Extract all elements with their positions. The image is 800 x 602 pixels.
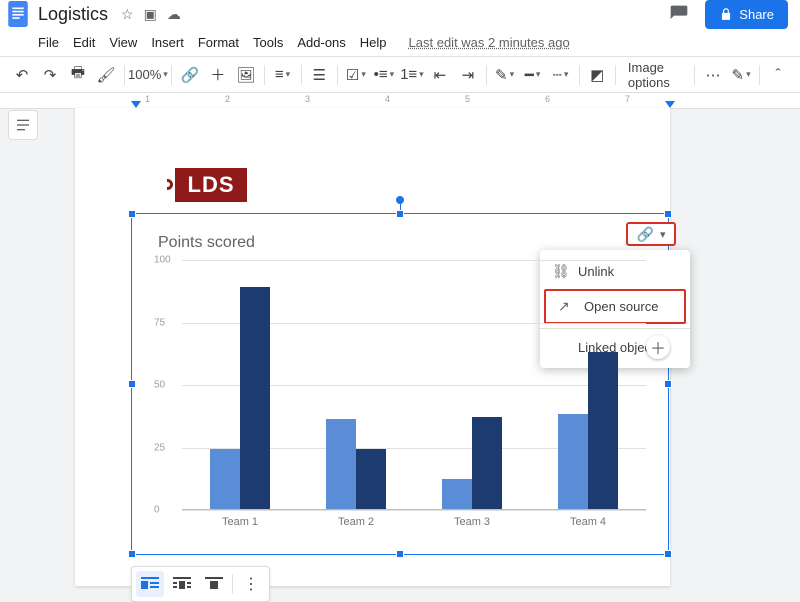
share-button-label: Share — [739, 7, 774, 22]
bar-group — [421, 417, 523, 510]
ruler-tick: 2 — [225, 94, 230, 104]
x-tick-label: Team 3 — [454, 516, 490, 528]
x-tick-label: Team 1 — [222, 516, 258, 528]
ruler-tick: 3 — [305, 94, 310, 104]
add-suggestion-icon[interactable]: ＋ — [646, 335, 670, 359]
comments-icon[interactable] — [663, 0, 695, 30]
ruler-tick: 5 — [465, 94, 470, 104]
bar-group — [189, 287, 291, 510]
bar — [326, 419, 356, 509]
horizontal-ruler[interactable]: 1 2 3 4 5 6 7 — [0, 93, 800, 109]
rotation-handle[interactable] — [396, 196, 404, 204]
insert-link-icon[interactable]: 🔗 — [178, 62, 202, 88]
insert-comment-icon[interactable]: ＋ — [206, 62, 230, 88]
image-wrap-toolbar: ⋮ — [131, 566, 270, 602]
crop-icon[interactable]: ◩ — [585, 62, 609, 88]
lds-logo: LDS — [175, 168, 247, 202]
x-tick-label: Team 2 — [338, 516, 374, 528]
menu-help[interactable]: Help — [360, 35, 387, 50]
bar — [442, 479, 472, 509]
undo-icon[interactable]: ↶ — [10, 62, 34, 88]
bar — [210, 449, 240, 509]
hide-menus-icon[interactable]: ˆ — [766, 62, 790, 88]
bar — [558, 414, 588, 509]
numbered-list-icon[interactable]: 1≡ — [400, 62, 424, 88]
share-button[interactable]: Share — [705, 0, 788, 29]
bar-group — [537, 352, 639, 510]
selected-chart-object[interactable]: 🔗 ▾ ⛓ Unlink ↗ Open source Linked object… — [131, 213, 669, 555]
decrease-indent-icon[interactable]: ⇤ — [428, 62, 452, 88]
y-tick-label: 25 — [154, 442, 165, 453]
x-tick-label: Team 4 — [570, 516, 606, 528]
zoom-select[interactable]: 100% — [131, 62, 166, 88]
docs-logo-icon[interactable] — [8, 1, 28, 27]
chart-content: Points scored 0255075100 Team 1Team 2Tea… — [132, 214, 668, 554]
menu-tools[interactable]: Tools — [253, 35, 283, 50]
bar — [240, 287, 270, 510]
chart-title: Points scored — [158, 234, 654, 252]
bar-group — [305, 419, 407, 509]
increase-indent-icon[interactable]: ⇥ — [456, 62, 480, 88]
editing-mode-icon[interactable]: ✎ — [729, 62, 753, 88]
insert-image-icon[interactable]: 🖼 — [234, 62, 258, 88]
menu-file[interactable]: File — [38, 35, 59, 50]
ruler-tick: 1 — [145, 94, 150, 104]
y-tick-label: 50 — [154, 380, 165, 391]
indent-marker-left[interactable] — [131, 101, 141, 108]
menu-format[interactable]: Format — [198, 35, 239, 50]
more-icon[interactable]: ⋯ — [701, 62, 725, 88]
redo-icon[interactable]: ↷ — [38, 62, 62, 88]
y-tick-label: 0 — [154, 505, 160, 516]
border-dash-icon[interactable]: ┄ — [549, 62, 573, 88]
document-page[interactable]: LDS 🔗 ▾ ⛓ Unlink ↗ Open source — [75, 108, 670, 586]
line-spacing-icon[interactable]: ☰ — [307, 62, 331, 88]
separator — [232, 574, 233, 594]
wrap-inline-icon[interactable] — [136, 571, 164, 597]
indent-marker-right[interactable] — [665, 101, 675, 108]
border-weight-icon[interactable]: ━ — [521, 62, 545, 88]
y-tick-label: 75 — [154, 317, 165, 328]
menu-insert[interactable]: Insert — [151, 35, 184, 50]
y-tick-label: 100 — [154, 255, 171, 266]
gridline — [182, 510, 646, 511]
show-outline-icon[interactable] — [8, 110, 38, 140]
cloud-status-icon: ☁ — [167, 6, 181, 23]
wrap-text-icon[interactable] — [168, 571, 196, 597]
align-icon[interactable]: ≡ — [271, 62, 295, 88]
wrap-more-icon[interactable]: ⋮ — [237, 571, 265, 597]
bar — [588, 352, 618, 510]
ruler-tick: 7 — [625, 94, 630, 104]
print-icon[interactable]: 🖶 — [66, 62, 90, 88]
lds-half-circle — [167, 179, 173, 190]
paint-format-icon[interactable]: 🖌 — [94, 62, 118, 88]
menu-addons[interactable]: Add-ons — [297, 35, 345, 50]
chart-x-labels: Team 1 Team 2 Team 3 Team 4 — [182, 516, 646, 528]
bar — [356, 449, 386, 509]
ruler-tick: 6 — [545, 94, 550, 104]
last-edit-link[interactable]: Last edit was 2 minutes ago — [409, 35, 570, 50]
checklist-icon[interactable]: ☑ — [344, 62, 368, 88]
menu-view[interactable]: View — [109, 35, 137, 50]
wrap-break-icon[interactable] — [200, 571, 228, 597]
bulleted-list-icon[interactable]: •≡ — [372, 62, 396, 88]
menu-edit[interactable]: Edit — [73, 35, 95, 50]
ruler-tick: 4 — [385, 94, 390, 104]
chart-plot-area: 0255075100 — [182, 260, 646, 510]
image-options-button[interactable]: Image options — [622, 62, 688, 88]
border-color-icon[interactable]: ✎ — [493, 62, 517, 88]
document-title[interactable]: Logistics — [38, 4, 108, 25]
bar — [472, 417, 502, 510]
star-icon[interactable]: ☆ — [121, 6, 134, 23]
move-folder-icon[interactable]: ▣ — [144, 6, 157, 23]
